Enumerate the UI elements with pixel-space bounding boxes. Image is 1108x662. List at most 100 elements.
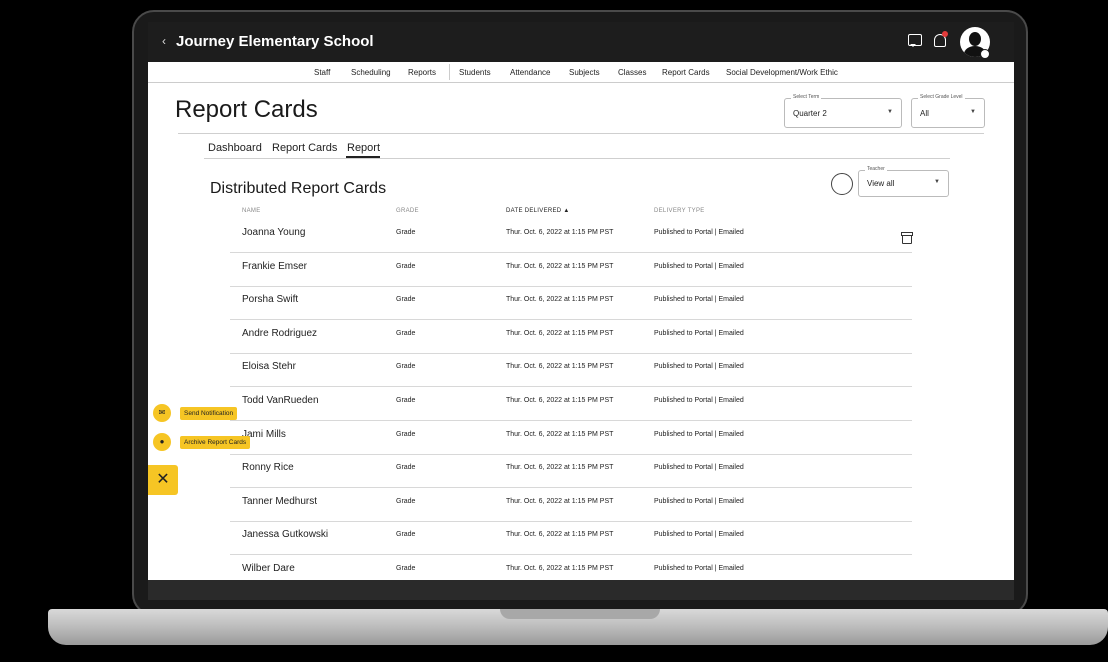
column-header-date[interactable]: DATE DELIVERED ▲ xyxy=(506,208,570,214)
page-title: Report Cards xyxy=(175,96,318,123)
nav-item-attendance[interactable]: Attendance xyxy=(510,68,550,77)
student-grade: Grade xyxy=(396,531,416,539)
main-nav: Staff Scheduling Reports Students Attend… xyxy=(148,62,1014,83)
tab-report[interactable]: Report xyxy=(347,142,380,154)
column-header-grade[interactable]: GRADE xyxy=(396,208,419,214)
delivery-type: Published to Portal | Emailed xyxy=(654,363,744,371)
table-row[interactable]: Andre Rodriguez Grade Thur. Oct. 6, 2022 a… xyxy=(230,320,912,354)
delivery-type: Published to Portal | Emailed xyxy=(654,229,744,236)
tab-divider xyxy=(204,158,950,159)
date-delivered: Thur. Oct. 6, 2022 at 1:15 PM PST xyxy=(506,262,614,270)
student-grade: Grade xyxy=(396,262,416,270)
date-delivered: Thur. Oct. 6, 2022 at 1:15 PM PST xyxy=(506,565,614,572)
section-title: Distributed Report Cards xyxy=(210,180,387,197)
student-grade: Grade xyxy=(396,565,416,572)
student-name: Frankie Emser xyxy=(242,260,308,272)
send-notification-label[interactable]: Send Notification xyxy=(180,407,238,420)
teacher-select-value: View all xyxy=(867,179,895,188)
teacher-select-label: Teacher xyxy=(865,166,887,172)
notification-dot xyxy=(942,31,948,37)
delivery-type: Published to Portal | Emailed xyxy=(654,464,744,472)
student-grade: Grade xyxy=(396,464,416,472)
date-delivered: Thur. Oct. 6, 2022 at 1:15 PM PST xyxy=(506,296,614,304)
chevron-down-icon: ▼ xyxy=(934,179,940,185)
student-name: Andre Rodriguez xyxy=(242,327,318,339)
date-delivered: Thur. Oct. 6, 2022 at 1:15 PM PST xyxy=(506,229,614,236)
laptop-lip xyxy=(500,609,660,619)
nav-item-students[interactable]: Students xyxy=(459,68,491,77)
screen-bottom-bar xyxy=(148,580,1014,600)
delivery-type: Published to Portal | Emailed xyxy=(654,497,744,505)
nav-item-subjects[interactable]: Subjects xyxy=(569,68,600,77)
student-name: Tanner Medhurst xyxy=(242,495,318,507)
student-grade: Grade xyxy=(396,363,416,371)
nav-item-classes[interactable]: Classes xyxy=(618,68,646,77)
student-grade: Grade xyxy=(396,497,416,505)
delivery-type: Published to Portal | Emailed xyxy=(654,329,744,337)
term-select-value: Quarter 2 xyxy=(793,109,827,118)
chevron-down-icon: ▼ xyxy=(970,109,976,115)
laptop-base xyxy=(48,609,1108,645)
student-name: Ronny Rice xyxy=(242,462,294,474)
student-grade: Grade xyxy=(396,296,416,304)
table-row[interactable]: Eloisa Stehr Grade Thur. Oct. 6, 2022 at 1… xyxy=(230,353,912,388)
table-row[interactable]: Tanner Medhurst Grade Thur. Oct. 6, 2022 a… xyxy=(230,488,912,522)
student-grade: Grade xyxy=(396,430,416,438)
grade-select[interactable]: Select Grade Level All ▼ xyxy=(911,94,985,128)
date-delivered: Thur. Oct. 6, 2022 at 1:15 PM PST xyxy=(506,430,614,438)
student-name: Eloisa Stehr xyxy=(242,361,296,373)
circle-button[interactable] xyxy=(831,173,853,195)
tab-report-cards[interactable]: Report Cards xyxy=(272,142,337,154)
delivery-type: Published to Portal | Emailed xyxy=(654,296,744,304)
student-name: Porsha Swift xyxy=(242,294,299,306)
delivery-type: Published to Portal | Emailed xyxy=(654,565,744,572)
delivery-type: Published to Portal | Emailed xyxy=(654,262,744,270)
delivery-type: Published to Portal | Emailed xyxy=(654,397,744,404)
mail-icon[interactable]: ✉ xyxy=(153,404,171,422)
table-row[interactable]: Frankie Emser Grade Thur. Oct. 6, 2022 at … xyxy=(230,253,912,287)
student-grade: Grade xyxy=(396,329,416,337)
student-grade: Grade xyxy=(396,397,416,404)
chevron-down-icon: ▼ xyxy=(887,109,893,115)
student-name: Wilber Dare xyxy=(242,563,295,574)
app-screen: ‹ Journey Elementary School Staff Schedu… xyxy=(148,22,1014,580)
school-name: Journey Elementary School xyxy=(176,33,374,50)
user-icon[interactable]: ● xyxy=(153,433,171,451)
teacher-select[interactable]: Teacher View all ▼ xyxy=(858,166,949,197)
table-row[interactable]: Todd VanRueden Grade Thur. Oct. 6, 2022 at… xyxy=(230,387,912,421)
grade-select-label: Select Grade Level xyxy=(918,94,965,100)
grade-select-value: All xyxy=(920,109,929,118)
back-icon[interactable]: ‹ xyxy=(162,34,166,48)
delivery-type: Published to Portal | Emailed xyxy=(654,430,744,438)
date-delivered: Thur. Oct. 6, 2022 at 1:15 PM PST xyxy=(506,363,614,371)
table-row[interactable]: Wilber Dare Grade Thur. Oct. 6, 2022 at 1:… xyxy=(230,555,912,580)
archive-report-cards-label[interactable]: Archive Report Cards xyxy=(180,436,251,449)
table-row[interactable]: Porsha Swift Grade Thur. Oct. 6, 2022 at 1… xyxy=(230,286,912,321)
nav-item-reports[interactable]: Reports xyxy=(408,68,436,77)
student-name: Todd VanRueden xyxy=(242,395,319,406)
nav-item-scheduling[interactable]: Scheduling xyxy=(351,68,391,77)
nav-item-staff[interactable]: Staff xyxy=(314,68,330,77)
date-delivered: Thur. Oct. 6, 2022 at 1:15 PM PST xyxy=(506,464,614,472)
title-divider xyxy=(178,133,984,134)
title-bar: ‹ Journey Elementary School xyxy=(148,22,1014,62)
delivery-type: Published to Portal | Emailed xyxy=(654,531,744,539)
table-row[interactable]: Jami Mills Grade Thur. Oct. 6, 2022 at 1:1… xyxy=(230,421,912,455)
term-select[interactable]: Select Term Quarter 2 ▼ xyxy=(784,94,902,128)
column-header-name[interactable]: NAME xyxy=(242,208,261,214)
student-name: Joanna Young xyxy=(242,227,306,238)
term-select-label: Select Term xyxy=(791,94,822,100)
nav-item-report-cards[interactable]: Report Cards xyxy=(662,68,710,77)
date-delivered: Thur. Oct. 6, 2022 at 1:15 PM PST xyxy=(506,531,614,539)
date-delivered: Thur. Oct. 6, 2022 at 1:15 PM PST xyxy=(506,329,614,337)
table-row[interactable]: Ronny Rice Grade Thur. Oct. 6, 2022 at 1:1… xyxy=(230,454,912,489)
date-delivered: Thur. Oct. 6, 2022 at 1:15 PM PST xyxy=(506,397,614,404)
close-menu-button[interactable]: ✕ xyxy=(148,465,178,495)
column-header-delivery-type[interactable]: DELIVERY TYPE xyxy=(654,208,705,214)
nav-divider xyxy=(449,64,450,80)
tab-dashboard[interactable]: Dashboard xyxy=(208,142,262,154)
table-row[interactable]: Janessa Gutkowski Grade Thur. Oct. 6, 2022… xyxy=(230,521,912,556)
nav-item-social-development[interactable]: Social Development/Work Ethic xyxy=(726,68,838,77)
chat-icon[interactable] xyxy=(908,34,922,47)
table-row[interactable]: Joanna Young Grade Thur. Oct. 6, 2022 at 1… xyxy=(230,219,912,253)
